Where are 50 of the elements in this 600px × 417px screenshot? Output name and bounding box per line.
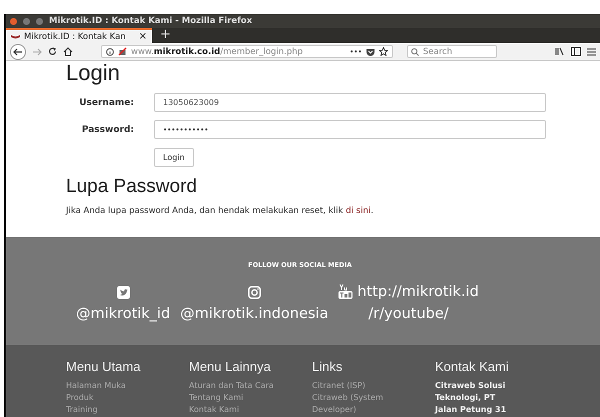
contact-text: Jalan Petung 31 xyxy=(435,404,508,416)
footer-link[interactable]: Halaman Muka xyxy=(66,380,161,392)
footer-link[interactable]: Training xyxy=(66,404,161,416)
lock-strike-icon xyxy=(118,47,127,56)
footer-heading: Menu Lainnya xyxy=(189,359,272,374)
footer-link[interactable]: Kontak Kami xyxy=(189,404,284,416)
close-icon[interactable] xyxy=(10,18,17,24)
search-field[interactable]: Search xyxy=(407,45,497,58)
footer-link[interactable]: Tentang Kami xyxy=(189,392,284,404)
pocket-icon[interactable] xyxy=(366,48,375,56)
twitter-icon[interactable] xyxy=(116,286,130,298)
social-link[interactable]: http://mikrotik.id xyxy=(357,283,479,301)
field-label: Password: xyxy=(80,124,134,134)
menu-icon[interactable] xyxy=(587,48,596,56)
login-button[interactable]: Login xyxy=(154,148,194,167)
social-link[interactable]: /r/youtube/ xyxy=(368,305,449,323)
reset-link[interactable]: di sini xyxy=(346,206,371,216)
footer-link[interactable]: Citranet (ISP) xyxy=(312,380,407,392)
footer-link[interactable]: Citraweb (System Developer) xyxy=(312,392,407,416)
info-icon xyxy=(106,48,114,56)
page-heading: Login xyxy=(66,61,121,85)
minimize-icon[interactable] xyxy=(23,18,30,24)
home-icon[interactable] xyxy=(63,47,73,56)
footer-heading: Kontak Kami xyxy=(435,359,510,374)
reload-icon[interactable] xyxy=(48,47,57,56)
new-tab-button[interactable]: + xyxy=(152,28,179,43)
social-link[interactable]: @mikrotik_id xyxy=(76,305,170,323)
tab-close-button[interactable]: × xyxy=(138,32,147,42)
section-heading: Lupa Password xyxy=(66,176,198,198)
social-link[interactable]: @mikrotik.indonesia xyxy=(180,305,328,323)
sidebar-icon[interactable] xyxy=(571,47,581,56)
instagram-icon[interactable] xyxy=(248,286,261,298)
star-icon[interactable] xyxy=(379,47,388,56)
video-logo-icon[interactable] xyxy=(338,284,354,300)
reset-instructions: Jika Anda lupa password Anda, dan hendak melakukan reset, klik di sini. xyxy=(66,206,374,216)
window-title: Mikrotik.ID : Kontak Kami - Mozilla Firefox xyxy=(49,16,252,26)
search-icon xyxy=(411,48,419,56)
field-label: Username: xyxy=(78,98,134,108)
url-text: www.mikrotik.co.id/member_login.php xyxy=(131,46,304,56)
text-field[interactable]: 13050623009 xyxy=(154,93,546,112)
footer-link[interactable]: Aturan dan Tata Cara xyxy=(189,380,284,392)
back-icon[interactable] xyxy=(10,44,26,60)
contact-text: Citraweb Solusi Teknologi, PT xyxy=(435,380,506,404)
browser-tab[interactable]: Mikrotik.ID : Kontak Kan × xyxy=(6,28,152,43)
footer-heading: Menu Utama xyxy=(66,359,142,374)
footer-heading: Links xyxy=(312,359,344,374)
maximize-icon[interactable] xyxy=(36,18,43,24)
library-icon[interactable] xyxy=(555,47,565,56)
footer-link[interactable]: Produk xyxy=(66,392,161,404)
site-favicon xyxy=(11,34,20,40)
